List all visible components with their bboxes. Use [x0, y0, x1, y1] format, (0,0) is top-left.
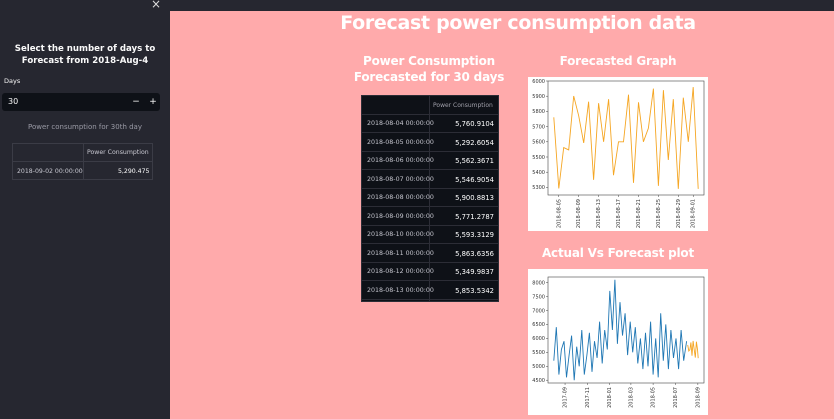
x-tick-label: 2018-05 [651, 387, 657, 408]
x-tick-label: 2018-08-05 [556, 199, 562, 228]
table-row[interactable]: 2018-08-09 00:00:00 5,771.2787 [362, 208, 498, 226]
table-row-value: 5,546.9054 [455, 175, 494, 184]
table-row-value: 5,771.2787 [455, 212, 494, 221]
y-tick-label: 5300 [532, 185, 545, 191]
days-value[interactable]: 30 [8, 97, 18, 106]
table-row-date: 2018-08-07 00:00:00 [367, 175, 434, 183]
y-tick-label: 6000 [532, 336, 545, 342]
table-row-date: 2018-08-09 00:00:00 [367, 212, 434, 220]
sidebar-title: Select the number of days to Forecast fr… [14, 44, 156, 66]
table-row-value: 5,292.6054 [455, 138, 494, 147]
forecast-graph-heading: Forecasted Graph [559, 54, 677, 68]
table-row[interactable]: 2018-08-07 00:00:00 5,546.9054 [362, 171, 498, 189]
y-tick-label: 4500 [532, 378, 545, 384]
y-tick-label: 6000 [532, 79, 545, 85]
sidebar-table: Power Consumption 2018-09-02 00:00:00 5,… [12, 143, 153, 180]
table-row-value: 5,853.5342 [455, 286, 494, 295]
table-row-date: 2018-08-13 00:00:00 [367, 286, 434, 294]
table-row-date: 2018-08-12 00:00:00 [367, 268, 434, 275]
table-row[interactable]: 2018-08-04 00:00:00 5,760.9104 [362, 115, 498, 133]
sidebar-subtitle: Power consumption for 30th day [28, 123, 142, 131]
y-tick-label: 5900 [532, 94, 545, 100]
series-line-0 [553, 87, 699, 189]
sidebar-table-column-header: Power Consumption [87, 149, 149, 156]
x-tick-label: 2018-08-29 [676, 199, 682, 228]
increment-button[interactable]: + [145, 93, 161, 111]
table-row-date: 2018-08-06 00:00:00 [367, 157, 434, 164]
x-tick-label: 2018-08-13 [596, 199, 602, 228]
y-tick-label: 5600 [532, 140, 545, 146]
y-tick-label: 8000 [532, 280, 545, 286]
table-heading: Power Consumption Forecasted for 30 days [348, 53, 510, 85]
table-heading-line2: Forecasted for 30 days [353, 70, 505, 84]
table-row-value: 5,593.3129 [455, 231, 494, 239]
sidebar-table-value: 5,290.475 [118, 168, 150, 175]
y-tick-label: 5700 [532, 124, 545, 130]
x-tick-label: 2018-08-17 [616, 199, 622, 228]
table-row-value: 5,760.9104 [455, 120, 494, 128]
sidebar: × Select the number of days to Forecast … [0, 0, 170, 419]
table-heading-line1: Power Consumption [363, 54, 495, 68]
x-tick-label: 2018-08-21 [636, 199, 642, 228]
x-tick-label: 2018-09 [695, 387, 701, 408]
table-row-value: 5,863.6356 [455, 249, 494, 258]
x-tick-label: 2018-09-01 [691, 199, 697, 228]
x-tick-label: 2018-07 [673, 387, 679, 408]
actual-vs-forecast-plot: 4500 5000 5500 6000 6500 7000 7500 8000 2017-09 2… [528, 269, 708, 415]
top-bar [170, 0, 834, 11]
table-row[interactable]: 2018-08-10 00:00:00 5,593.3129 [362, 226, 498, 244]
table-row[interactable]: 2018-08-06 00:00:00 5,562.3671 [362, 152, 498, 170]
y-tick-label: 5800 [532, 109, 545, 115]
y-tick-label: 5000 [532, 364, 545, 370]
table-row-value: 5,900.8813 [455, 194, 494, 202]
forecast-table-column-header: Power Consumption [433, 102, 493, 109]
table-row-date: 2018-08-08 00:00:00 [367, 194, 434, 201]
table-row-date: 2018-08-11 00:00:00 [367, 249, 434, 257]
actual-vs-forecast-heading: Actual Vs Forecast plot [541, 246, 695, 260]
table-row-value: 5,349.9837 [455, 268, 494, 276]
table-row-value: 5,562.3671 [455, 157, 494, 165]
series-line-1 [687, 340, 699, 359]
y-tick-label: 7500 [532, 294, 545, 300]
table-row-date: 2018-08-10 00:00:00 [367, 231, 434, 238]
page-title: Forecast power consumption data [340, 12, 696, 34]
y-tick-label: 6500 [532, 322, 545, 328]
x-tick-label: 2017-09 [563, 387, 569, 408]
x-tick-label: 2018-08-25 [656, 199, 662, 228]
table-divider [83, 144, 84, 179]
days-label: Days [4, 77, 21, 85]
table-row-date: 2018-08-04 00:00:00 [367, 120, 434, 127]
table-row[interactable]: 2018-08-05 00:00:00 5,292.6054 [362, 134, 498, 152]
y-tick-label: 7000 [532, 308, 545, 314]
y-tick-label: 5500 [532, 155, 545, 161]
y-tick-label: 5500 [532, 350, 545, 356]
sidebar-table-date: 2018-09-02 00:00:00 [17, 168, 83, 175]
x-tick-label: 2017-11 [585, 387, 591, 408]
table-row[interactable]: 2018-08-11 00:00:00 5,863.6356 [362, 245, 498, 263]
forecast-table-header: Power Consumption [362, 96, 498, 115]
table-row[interactable]: 2018-08-08 00:00:00 5,900.8813 [362, 189, 498, 207]
forecast-graph-svg: 5300 5400 5500 5600 5700 5800 5900 6000 2018-08-… [532, 79, 705, 228]
close-sidebar-icon[interactable]: × [151, 0, 161, 11]
x-tick-label: 2018-03 [628, 387, 634, 408]
table-row[interactable]: 2018-08-12 00:00:00 5,349.9837 [362, 263, 498, 281]
days-number-input[interactable]: 30 − + [2, 93, 160, 111]
table-row-date: 2018-08-05 00:00:00 [367, 138, 434, 146]
x-tick-label: 2018-08-09 [576, 199, 582, 228]
series-line-0 [553, 279, 688, 381]
actual-vs-forecast-svg: 4500 5000 5500 6000 6500 7000 7500 8000 2017-09 2… [532, 276, 705, 408]
table-row[interactable]: 2018-08-13 00:00:00 5,853.5342 [362, 282, 498, 300]
forecast-graph: 5300 5400 5500 5600 5700 5800 5900 6000 2018-08-… [528, 77, 708, 231]
x-tick-label: 2018-01 [607, 387, 613, 408]
plot-frame [547, 80, 705, 196]
forecast-table[interactable]: Power Consumption 2018-08-04 00:00:00 5,7… [361, 95, 499, 302]
decrement-button[interactable]: − [128, 93, 144, 111]
y-tick-label: 5400 [532, 170, 545, 176]
